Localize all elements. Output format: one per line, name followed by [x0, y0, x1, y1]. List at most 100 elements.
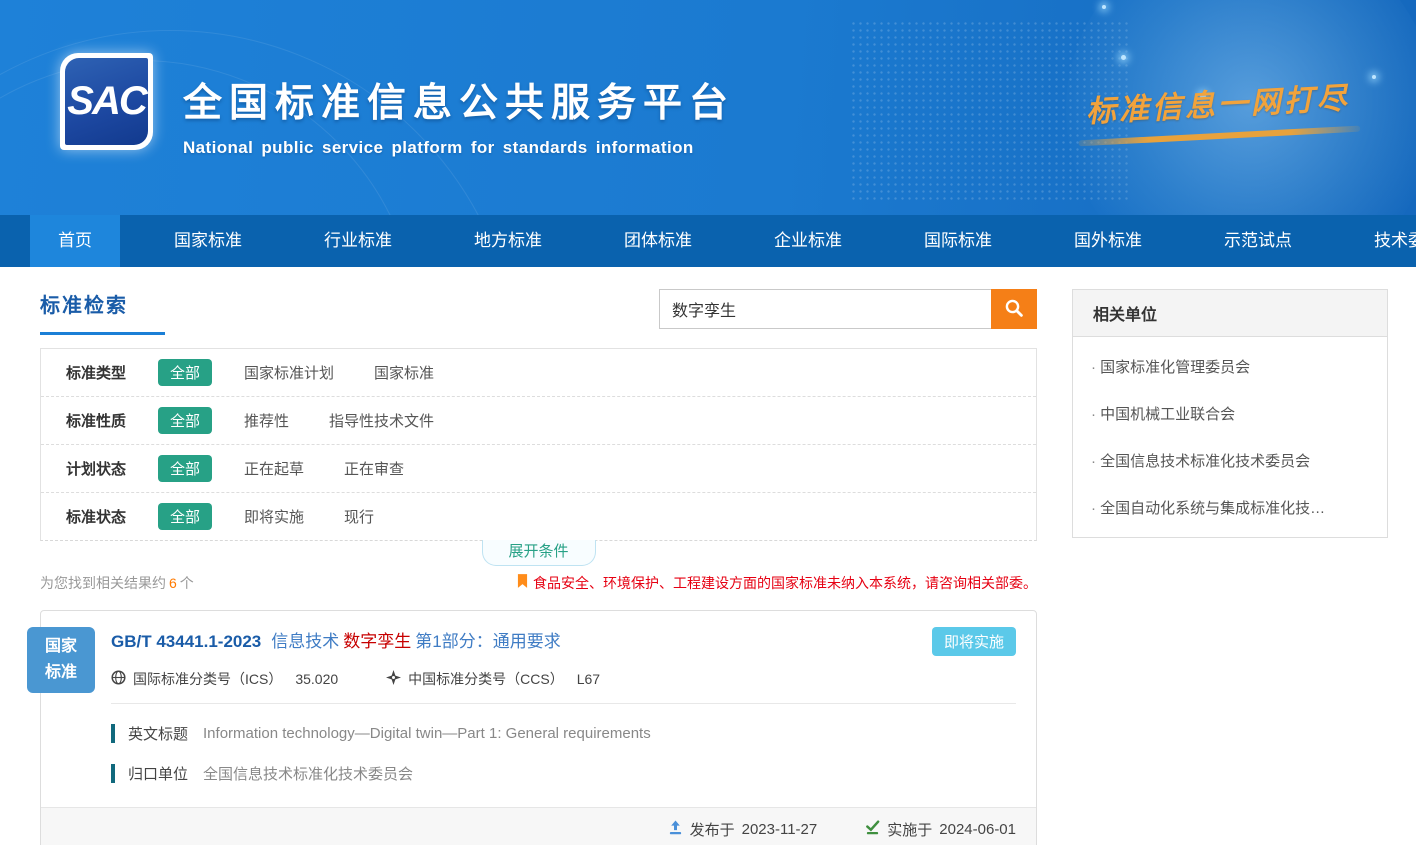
related-unit-link[interactable]: 国家标准化管理委员会 — [1073, 343, 1387, 390]
section-title: 标准检索 — [40, 289, 165, 318]
ics-classification: 国际标准分类号（ICS） 35.020 — [111, 669, 338, 689]
expand-conditions-button[interactable]: 展开条件 — [482, 540, 596, 566]
teal-bar — [111, 724, 115, 743]
ccs-value: L67 — [577, 671, 600, 687]
section-title-underline — [40, 332, 165, 335]
nav-item-industry-standards[interactable]: 行业标准 — [296, 215, 420, 267]
result-count: 为您找到相关结果约6个 — [40, 573, 194, 593]
filter-option[interactable]: 推荐性 — [244, 410, 289, 431]
filter-option[interactable]: 现行 — [344, 506, 374, 527]
section-title-block: 标准检索 — [40, 289, 165, 335]
publish-label: 发布于 — [690, 819, 735, 840]
search-icon — [1004, 298, 1024, 321]
english-title-label: 英文标题 — [128, 723, 188, 744]
compass-icon — [386, 670, 401, 688]
upload-icon — [668, 820, 683, 839]
highlighted-keyword: 数字孪生 — [343, 632, 411, 651]
sac-logo[interactable]: SAC — [60, 53, 153, 150]
publish-date: 2023-11-27 — [742, 821, 818, 838]
notice-text: 食品安全、环境保护、工程建设方面的国家标准未纳入本系统，请咨询相关部委。 — [533, 573, 1037, 593]
search-input[interactable] — [659, 289, 991, 329]
filter-panel: 标准类型 全部 国家标准计划 国家标准 标准性质 全部 推荐性 指导性技术文件 … — [40, 348, 1037, 541]
nav-item-technical-committee[interactable]: 技术委员会 — [1346, 215, 1416, 267]
department-row: 归口单位 全国信息技术标准化技术委员会 — [41, 763, 1036, 784]
implement-date: 2024-06-01 — [939, 821, 1016, 838]
globe-icon — [111, 670, 126, 688]
filter-all-button[interactable]: 全部 — [158, 455, 212, 482]
site-title-en: National public service platform for sta… — [183, 138, 735, 158]
standard-code: GB/T 43441.1-2023 — [111, 632, 261, 651]
standard-title-link[interactable]: GB/T 43441.1-2023信息技术数字孪生第1部分：通用要求 — [111, 627, 561, 652]
nav-item-home[interactable]: 首页 — [30, 215, 120, 267]
sac-logo-inner: SAC — [65, 58, 148, 145]
glow-dot — [1121, 55, 1126, 60]
department-value: 全国信息技术标准化技术委员会 — [203, 763, 413, 784]
nav-item-local-standards[interactable]: 地方标准 — [446, 215, 570, 267]
card-separator — [111, 703, 1016, 704]
filter-label: 标准性质 — [66, 410, 158, 431]
search-section: 标准检索 — [40, 289, 1037, 335]
related-unit-link[interactable]: 中国机械工业联合会 — [1073, 390, 1387, 437]
search-button[interactable] — [991, 289, 1037, 329]
bookmark-icon — [517, 574, 528, 592]
site-title-cn: 全国标准信息公共服务平台 — [183, 72, 735, 128]
search-box — [659, 289, 1037, 329]
result-count-number: 6 — [169, 575, 177, 591]
filter-all-button[interactable]: 全部 — [158, 503, 212, 530]
glow-dot — [1102, 5, 1106, 9]
filter-option[interactable]: 指导性技术文件 — [329, 410, 434, 431]
filter-label: 计划状态 — [66, 458, 158, 479]
nav-item-foreign-standards[interactable]: 国外标准 — [1046, 215, 1170, 267]
glow-dot — [1372, 75, 1376, 79]
card-header: GB/T 43441.1-2023信息技术数字孪生第1部分：通用要求 即将实施 — [41, 611, 1036, 656]
department-label: 归口单位 — [128, 763, 188, 784]
filter-label: 标准类型 — [66, 362, 158, 383]
ccs-label: 中国标准分类号（CCS） — [408, 669, 564, 689]
check-icon — [865, 820, 880, 839]
filter-row-standard-status: 标准状态 全部 即将实施 现行 — [41, 492, 1036, 540]
standard-type-badge: 国家 标准 — [27, 627, 95, 693]
filter-option[interactable]: 国家标准计划 — [244, 362, 334, 383]
filter-option[interactable]: 国家标准 — [374, 362, 434, 383]
implement-label: 实施于 — [887, 819, 932, 840]
filter-option[interactable]: 正在审查 — [344, 458, 404, 479]
filter-label: 标准状态 — [66, 506, 158, 527]
implement-date-item: 实施于 2024-06-01 — [865, 819, 1016, 840]
main-column: 标准检索 标准类型 全部 国家标准计划 国家标准 标准性质 — [40, 289, 1037, 845]
english-title-row: 英文标题 Information technology—Digital twin… — [41, 723, 1036, 744]
filter-all-button[interactable]: 全部 — [158, 359, 212, 386]
classification-row: 国际标准分类号（ICS） 35.020 中国标准分类号（CCS） L67 — [41, 669, 1036, 689]
site-titles: 全国标准信息公共服务平台 National public service pla… — [183, 72, 735, 158]
filter-all-button[interactable]: 全部 — [158, 407, 212, 434]
card-footer: 发布于 2023-11-27 实施于 2024-06-01 — [41, 807, 1036, 845]
expand-wrap: 展开条件 — [40, 540, 1037, 566]
ics-value: 35.020 — [295, 671, 338, 687]
ccs-classification: 中国标准分类号（CCS） L67 — [386, 669, 600, 689]
publish-date-item: 发布于 2023-11-27 — [668, 819, 818, 840]
nav-item-pilot[interactable]: 示范试点 — [1196, 215, 1320, 267]
filter-row-type: 标准类型 全部 国家标准计划 国家标准 — [41, 349, 1036, 396]
sac-logo-text: SAC — [67, 79, 145, 124]
site-header: SAC 全国标准信息公共服务平台 National public service… — [0, 0, 1416, 215]
related-units-title: 相关单位 — [1073, 290, 1387, 337]
filter-row-plan-status: 计划状态 全部 正在起草 正在审查 — [41, 444, 1036, 492]
nav-item-group-standards[interactable]: 团体标准 — [596, 215, 720, 267]
content-area: 标准检索 标准类型 全部 国家标准计划 国家标准 标准性质 — [0, 267, 1416, 845]
filter-row-nature: 标准性质 全部 推荐性 指导性技术文件 — [41, 396, 1036, 444]
system-notice: 食品安全、环境保护、工程建设方面的国家标准未纳入本系统，请咨询相关部委。 — [517, 573, 1037, 593]
status-badge: 即将实施 — [932, 627, 1016, 656]
english-title-value: Information technology—Digital twin—Part… — [203, 725, 651, 742]
nav-item-national-standards[interactable]: 国家标准 — [146, 215, 270, 267]
nav-item-enterprise-standards[interactable]: 企业标准 — [746, 215, 870, 267]
related-units-panel: 相关单位 国家标准化管理委员会 中国机械工业联合会 全国信息技术标准化技术委员会… — [1072, 289, 1388, 538]
main-nav: 首页 国家标准 行业标准 地方标准 团体标准 企业标准 国际标准 国外标准 示范… — [0, 215, 1416, 267]
results-info: 为您找到相关结果约6个 食品安全、环境保护、工程建设方面的国家标准未纳入本系统，… — [40, 573, 1037, 593]
ics-label: 国际标准分类号（ICS） — [133, 669, 282, 689]
filter-option[interactable]: 正在起草 — [244, 458, 304, 479]
related-unit-link[interactable]: 全国信息技术标准化技术委员会 — [1073, 437, 1387, 484]
nav-item-international-standards[interactable]: 国际标准 — [896, 215, 1020, 267]
standard-result-card: 国家 标准 GB/T 43441.1-2023信息技术数字孪生第1部分：通用要求… — [40, 610, 1037, 845]
related-unit-link[interactable]: 全国自动化系统与集成标准化技… — [1073, 484, 1387, 531]
teal-bar — [111, 764, 115, 783]
filter-option[interactable]: 即将实施 — [244, 506, 304, 527]
